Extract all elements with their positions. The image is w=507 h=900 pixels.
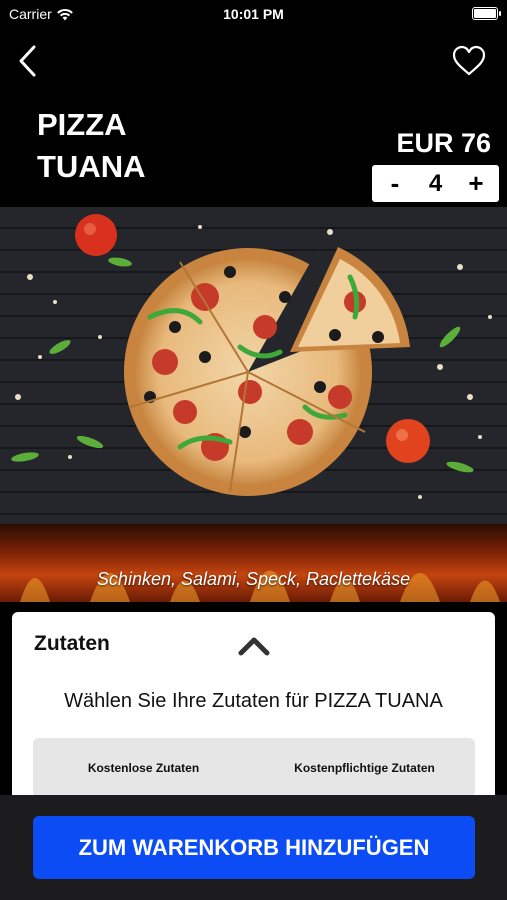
decrement-button[interactable]: - — [384, 165, 406, 202]
status-bar: Carrier 10:01 PM — [0, 0, 507, 30]
status-time: 10:01 PM — [223, 6, 284, 22]
favorite-button[interactable] — [451, 44, 487, 78]
add-to-cart-button[interactable]: ZUM WARENKORB HINZUFÜGEN — [33, 816, 475, 879]
quantity-stepper: - 4 + — [372, 165, 499, 202]
ingredients-title: Zutaten — [34, 632, 110, 655]
product-description: Schinken, Salami, Speck, Raclettekäse — [96, 569, 411, 589]
chevron-up-icon — [238, 637, 270, 656]
product-title: PIZZA TUANA — [37, 104, 146, 188]
product-title-line1: PIZZA — [37, 107, 127, 142]
product-price: EUR 76 — [396, 128, 491, 158]
ingredients-subtitle: Wählen Sie Ihre Zutaten für PIZZA TUANA — [64, 690, 443, 712]
footer-bar: ZUM WARENKORB HINZUFÜGEN — [0, 795, 507, 900]
back-button[interactable] — [14, 44, 44, 78]
battery-icon — [472, 7, 501, 20]
tab-paid-ingredients[interactable]: Kostenpflichtige Zutaten — [254, 738, 475, 798]
ingredients-card: Zutaten Wählen Sie Ihre Zutaten für PIZZ… — [12, 612, 495, 812]
product-title-line2: TUANA — [37, 149, 146, 184]
quantity-value: 4 — [428, 169, 443, 197]
back-chevron-icon — [19, 45, 36, 77]
product-image — [0, 207, 507, 524]
increment-button[interactable]: + — [465, 165, 487, 202]
heart-icon — [452, 45, 486, 76]
ingredient-tabs: Kostenlose Zutaten Kostenpflichtige Zuta… — [33, 738, 475, 798]
tab-free-ingredients[interactable]: Kostenlose Zutaten — [33, 738, 254, 798]
description-banner: Schinken, Salami, Speck, Raclettekäse — [0, 524, 507, 602]
collapse-button[interactable] — [236, 634, 272, 658]
